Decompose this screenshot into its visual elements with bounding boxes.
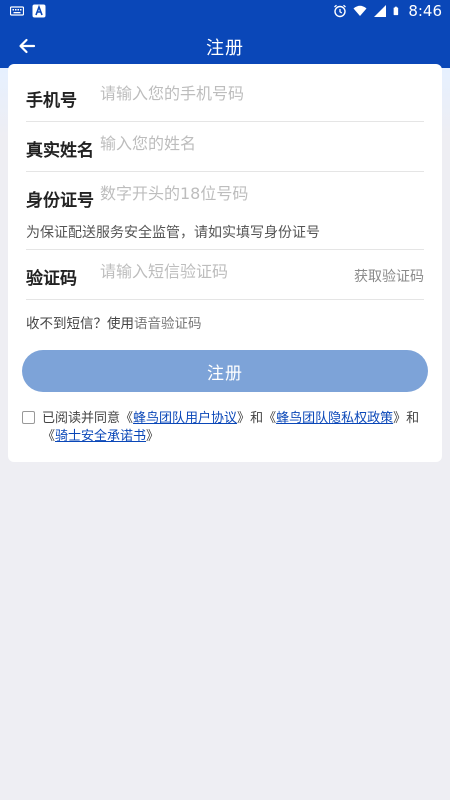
voice-code-prefix: 收不到短信？使用 xyxy=(26,316,134,332)
phone-label: 手机号 xyxy=(26,91,77,111)
agreement-prefix: 已阅读并同意 xyxy=(42,411,121,426)
phone-row: 手机号 xyxy=(26,64,424,122)
voice-code-line: 收不到短信？使用语音验证码 xyxy=(26,312,202,332)
phone-input[interactable] xyxy=(100,84,400,103)
privacy-policy-link[interactable]: 蜂鸟团队隐私权政策 xyxy=(276,411,393,426)
voice-code-link[interactable]: 语音验证码 xyxy=(134,316,202,332)
get-code-button[interactable]: 获取验证码 xyxy=(354,266,424,286)
id-card-label: 身份证号 xyxy=(26,191,94,211)
status-time: 8:46 xyxy=(408,2,442,20)
code-input[interactable] xyxy=(100,262,340,281)
app-a-icon xyxy=(32,4,46,18)
id-card-input[interactable] xyxy=(100,184,400,203)
id-card-row: 身份证号 为保证配送服务安全监管，请如实填写身份证号 xyxy=(26,172,424,250)
app-bar: 注册 xyxy=(0,24,450,68)
id-card-hint: 为保证配送服务安全监管，请如实填写身份证号 xyxy=(26,225,320,241)
wifi-icon xyxy=(353,5,367,16)
register-button[interactable]: 注册 xyxy=(22,350,428,392)
code-label: 验证码 xyxy=(26,269,77,289)
agreement-text: 已阅读并同意《蜂鸟团队用户协议》和《蜂鸟团队隐私权政策》和《骑士安全承诺书》 xyxy=(42,411,420,444)
code-row: 验证码 获取验证码 xyxy=(26,250,424,300)
rider-safety-link[interactable]: 骑士安全承诺书 xyxy=(55,429,146,444)
battery-icon xyxy=(393,6,399,16)
page-title: 注册 xyxy=(206,38,244,59)
register-card: 手机号 真实姓名 身份证号 为保证配送服务安全监管，请如实填写身份证号 验证码 … xyxy=(8,64,442,462)
signal-icon xyxy=(374,5,387,17)
name-label: 真实姓名 xyxy=(26,141,94,161)
alarm-icon xyxy=(334,4,347,18)
name-input[interactable] xyxy=(100,134,400,153)
keyboard-icon xyxy=(10,6,24,16)
name-row: 真实姓名 xyxy=(26,122,424,172)
user-agreement-link[interactable]: 蜂鸟团队用户协议 xyxy=(133,411,237,426)
agree-checkbox[interactable] xyxy=(22,411,35,424)
status-bar: 8:46 xyxy=(0,0,450,24)
